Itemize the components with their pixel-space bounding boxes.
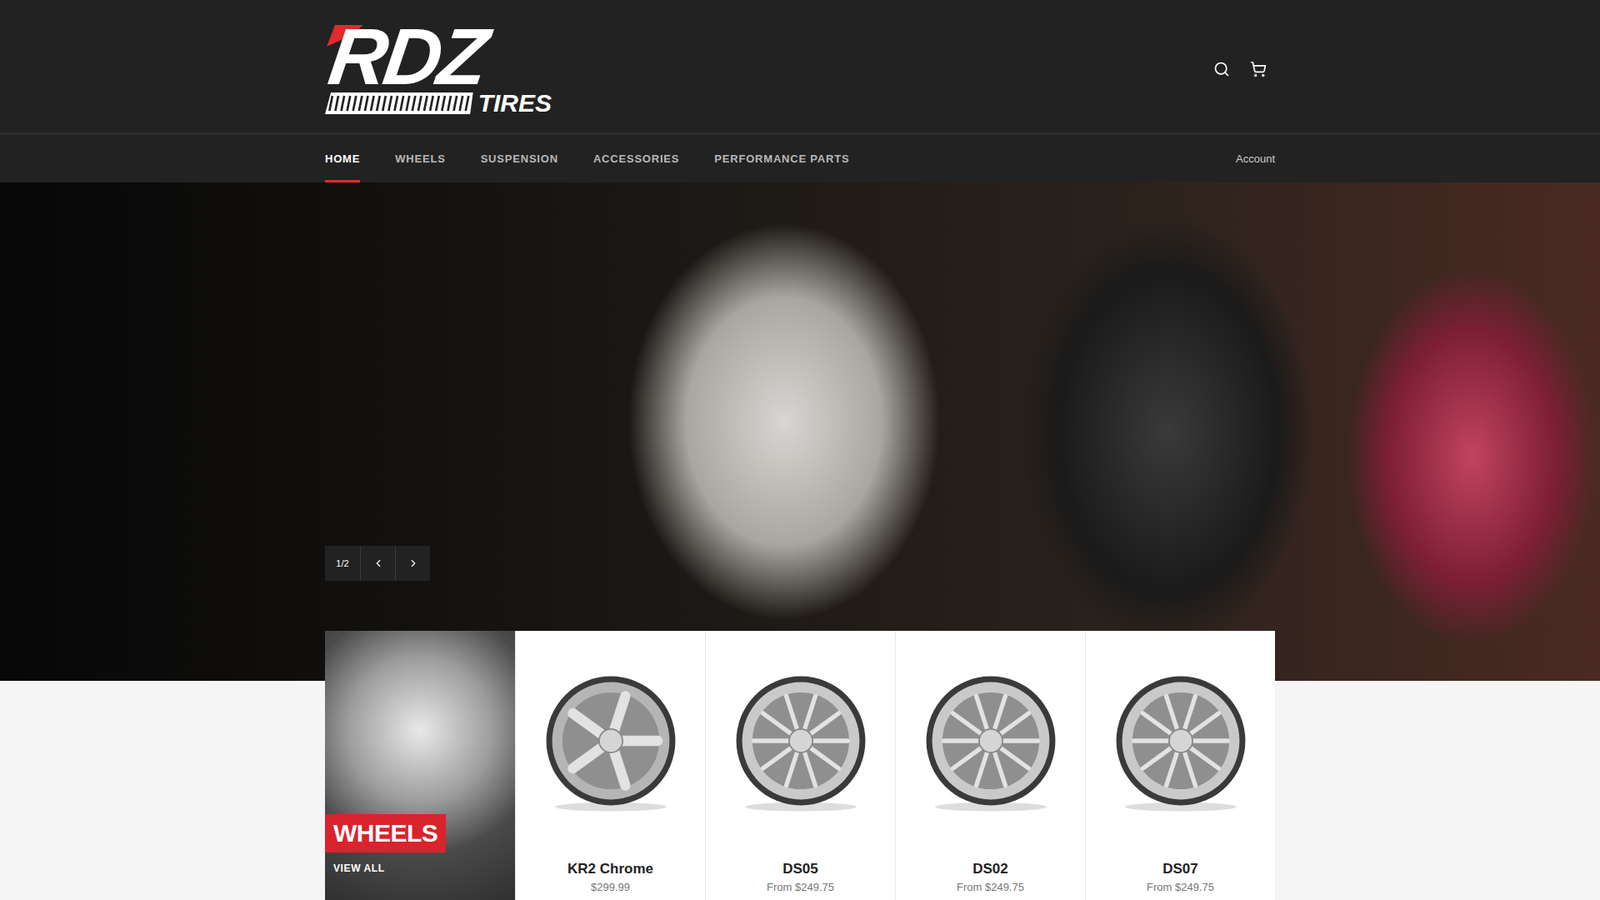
nav-bar: HOME WHEELS SUSPENSION ACCESSORIES PERFORMAN… (0, 133, 1600, 183)
collection-link: VIEW ALL (325, 852, 515, 875)
product-name: DS02 (972, 860, 1009, 878)
nav-item[interactable]: PERFORMANCE PARTS (714, 134, 850, 183)
product-card[interactable]: DS05 From $249.75 (705, 630, 895, 900)
search-button[interactable] (1213, 60, 1230, 78)
slider-controls: 1/2 (325, 545, 430, 581)
product-price: From $249.75 (766, 880, 835, 895)
nav-item[interactable]: ACCESSORIES (593, 134, 680, 183)
product-card[interactable]: KR2 Chrome $299.99 (515, 630, 705, 900)
nav-item[interactable]: SUSPENSION (480, 134, 559, 183)
wheel-icon (917, 667, 1065, 815)
product-name: DS05 (782, 860, 819, 878)
nav-item[interactable]: WHEELS (395, 134, 445, 183)
logo-primary: RDZ (320, 23, 490, 90)
wheel-icon (727, 667, 875, 815)
product-strip: WHEELSVIEW ALL KR2 Chrome $299.99 DS05 From … (325, 630, 1275, 900)
header-icons (1213, 60, 1275, 78)
product-price: From $249.75 (1146, 880, 1215, 895)
logo-bottom: TIRES (325, 91, 560, 115)
tire-tread-icon (325, 92, 474, 115)
product-price: From $249.75 (956, 880, 1025, 895)
product-name: KR2 Chrome (567, 860, 654, 878)
account-link[interactable]: Account (1235, 134, 1275, 183)
product-card[interactable]: DS02 From $249.75 (895, 630, 1085, 900)
nav-list: HOME WHEELS SUSPENSION ACCESSORIES PERFORMAN… (325, 134, 850, 183)
cart-button[interactable] (1250, 60, 1267, 78)
nav-item[interactable]: HOME (325, 134, 360, 183)
product-name: DS07 (1162, 860, 1199, 878)
wheel-icon (537, 667, 685, 815)
cart-icon (1250, 60, 1267, 78)
logo[interactable]: RDZTIRES (325, 23, 560, 115)
chevron-left-icon (372, 557, 385, 570)
header-row: RDZTIRES (325, 0, 1275, 134)
product-card[interactable]: DS07 From $249.75 (1085, 630, 1275, 900)
wheel-icon (1107, 667, 1255, 815)
chevron-right-icon (407, 557, 420, 570)
hero-slideshow: 1/2 (0, 182, 1600, 681)
prev-button[interactable] (360, 545, 395, 581)
slide-count: 1/2 (325, 545, 360, 581)
collection-card[interactable]: WHEELSVIEW ALL (325, 630, 515, 900)
logo-secondary: TIRES (478, 91, 560, 115)
search-icon (1213, 60, 1230, 78)
header: RDZTIRES (0, 0, 1600, 134)
collection-title: WHEELS (325, 814, 446, 853)
nav-row: HOME WHEELS SUSPENSION ACCESSORIES PERFORMAN… (325, 134, 1275, 183)
product-price: $299.99 (590, 880, 630, 895)
page: RDZTIRES HOME WHEELS SUSPENSION ACCESSORIES P… (0, 0, 1600, 900)
next-button[interactable] (395, 545, 430, 581)
